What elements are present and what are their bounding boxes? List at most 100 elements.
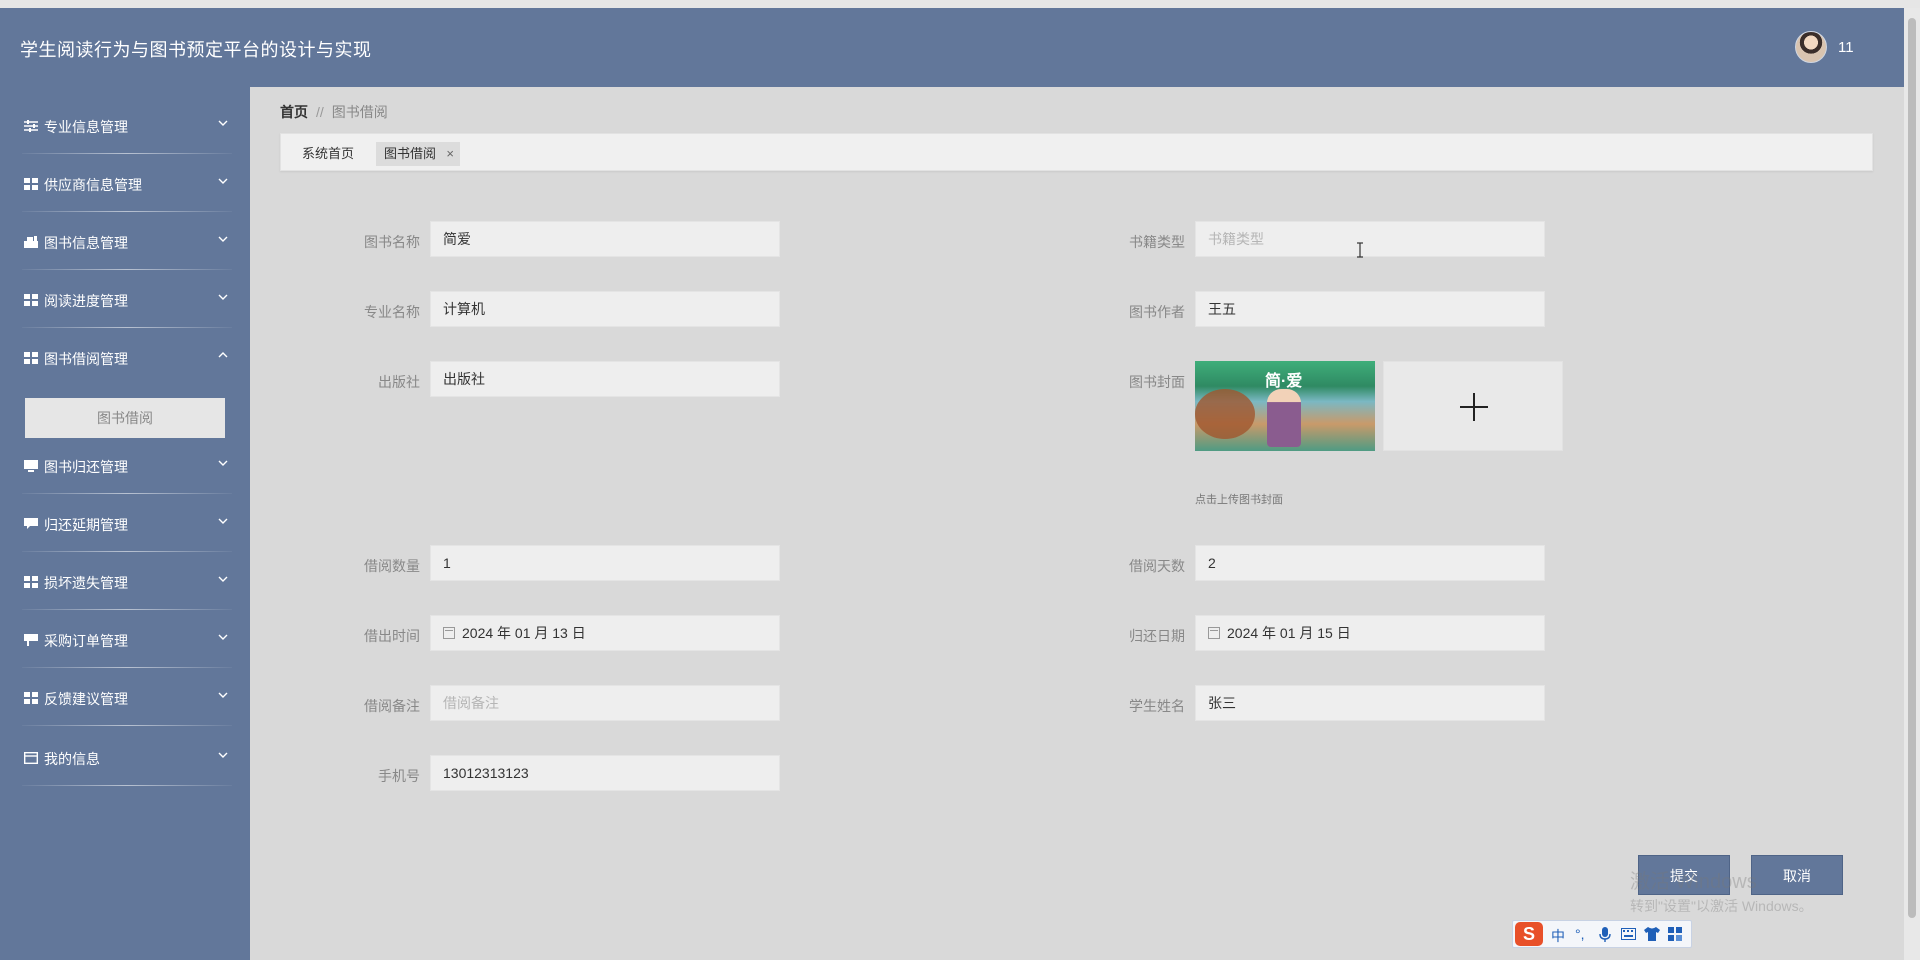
watermark-line1: 激活 Windows [1630,871,1757,893]
monitor-icon [24,460,38,472]
chevron-down-icon [218,178,228,184]
label-borrow-days: 借阅天数 [1129,558,1185,574]
window-icon [24,752,38,764]
chevron-down-icon [218,692,228,698]
calendar-icon [1208,627,1220,639]
student-name-field[interactable]: 张三 [1195,685,1545,721]
sidebar-item-my-info[interactable]: 我的信息 [0,730,250,786]
app-header: 学生阅读行为与图书预定平台的设计与实现 11 [0,8,1904,87]
borrow-qty-field[interactable]: 1 [430,545,780,581]
browser-top-strip [0,0,1920,8]
sidebar-item-major[interactable]: 专业信息管理 [0,98,250,154]
book-stack-icon [24,236,38,248]
user-avatar[interactable] [1795,31,1827,63]
breadcrumb-home[interactable]: 首页 [280,104,308,120]
sidebar-divider [22,785,232,786]
skin-shirt-icon[interactable] [1644,927,1660,941]
borrow-days-field[interactable]: 2 [1195,545,1545,581]
ime-lang-toggle[interactable]: 中 [1551,926,1565,946]
grid-icon [24,692,38,704]
sidebar-divider [22,153,232,154]
close-icon[interactable]: × [446,142,454,166]
toolbox-grid-icon[interactable] [1668,927,1682,941]
sidebar-item-purchase-order[interactable]: 采购订单管理 [0,612,250,668]
sidebar-item-label: 反馈建议管理 [44,691,128,707]
sidebar-item-damage-loss[interactable]: 损坏遗失管理 [0,554,250,610]
sidebar-item-book-info[interactable]: 图书信息管理 [0,214,250,270]
chevron-down-icon [218,294,228,300]
username[interactable]: 11 [1838,39,1854,56]
sidebar-divider [22,725,232,726]
label-phone: 手机号 [378,768,420,784]
remark-field[interactable]: 借阅备注 [430,685,780,721]
chevron-down-icon [218,120,228,126]
tab-label: 图书借阅 [384,146,437,161]
book-cover-image[interactable]: 简·爱 [1195,361,1375,451]
flag-icon [24,634,38,646]
label-author: 图书作者 [1129,304,1185,320]
cover-art-figure [1267,389,1301,447]
label-remark: 借阅备注 [364,698,420,714]
phone-field[interactable]: 13012313123 [430,755,780,791]
sidebar-item-label: 归还延期管理 [44,517,128,533]
borrow-time-value: 2024 年 01 月 13 日 [462,625,586,641]
author-field[interactable]: 王五 [1195,291,1545,327]
microphone-icon[interactable] [1599,927,1611,943]
ime-toolbar[interactable]: S 中 °, [1512,920,1692,948]
scrollbar-thumb[interactable] [1908,18,1916,918]
cover-title: 简·爱 [1265,373,1303,390]
breadcrumb-current: 图书借阅 [331,104,388,120]
sidebar-item-return-delay[interactable]: 归还延期管理 [0,496,250,552]
keyboard-icon[interactable] [1621,928,1636,940]
label-borrow-time: 借出时间 [364,628,420,644]
calendar-icon [443,627,455,639]
book-type-field[interactable]: 书籍类型 [1195,221,1545,257]
sidebar-item-feedback[interactable]: 反馈建议管理 [0,670,250,726]
breadcrumb: 首页 // 图书借阅 [280,102,388,122]
sidebar-divider [22,211,232,212]
major-name-field[interactable]: 计算机 [430,291,780,327]
sidebar-item-label: 供应商信息管理 [44,177,142,193]
plus-icon [1473,393,1475,421]
book-name-field[interactable]: 简爱 [430,221,780,257]
sidebar-item-label: 图书归还管理 [44,459,128,475]
sidebar-item-label: 阅读进度管理 [44,293,128,309]
tab-book-borrow[interactable]: 图书借阅 × [376,142,461,166]
chevron-down-icon [218,576,228,582]
sidebar-item-label: 损坏遗失管理 [44,575,128,591]
label-return-date: 归还日期 [1129,628,1185,644]
grid-icon [24,178,38,190]
label-publisher: 出版社 [378,374,420,390]
chevron-down-icon [218,752,228,758]
submenu-item-borrow[interactable]: 图书借阅 [25,398,225,438]
windows-activation-watermark: 激活 Windows 转到"设置"以激活 Windows。 [1630,865,1813,916]
upload-cover-button[interactable] [1383,361,1563,451]
sidebar-divider [22,551,232,552]
sidebar-item-reading-progress[interactable]: 阅读进度管理 [0,272,250,328]
sidebar-item-label: 我的信息 [44,751,100,767]
chat-icon [24,518,38,529]
return-date-field[interactable]: 2024 年 01 月 15 日 [1195,615,1545,651]
sidebar-item-label: 图书借阅管理 [44,351,128,367]
watermark-line2: 转到"设置"以激活 Windows。 [1630,898,1813,914]
sidebar-item-supplier[interactable]: 供应商信息管理 [0,156,250,212]
publisher-field[interactable]: 出版社 [430,361,780,397]
grid-icon [24,294,38,306]
sidebar-item-borrow[interactable]: 图书借阅管理 [0,330,250,386]
ime-punct-toggle[interactable]: °, [1575,926,1585,942]
chevron-up-icon [218,352,228,358]
label-book-name: 图书名称 [364,234,420,250]
chevron-down-icon [218,634,228,640]
sidebar-divider [22,269,232,270]
label-book-type: 书籍类型 [1129,234,1185,250]
sidebar-divider [22,609,232,610]
sidebar-divider [22,327,232,328]
tab-home[interactable]: 系统首页 [294,142,362,166]
chevron-down-icon [218,236,228,242]
sidebar-item-return[interactable]: 图书归还管理 [0,438,250,494]
text-cursor-icon [1357,242,1363,258]
sogou-logo-icon[interactable]: S [1515,922,1543,946]
page-scrollbar[interactable] [1904,8,1920,960]
borrow-time-field[interactable]: 2024 年 01 月 13 日 [430,615,780,651]
label-cover: 图书封面 [1129,374,1185,390]
